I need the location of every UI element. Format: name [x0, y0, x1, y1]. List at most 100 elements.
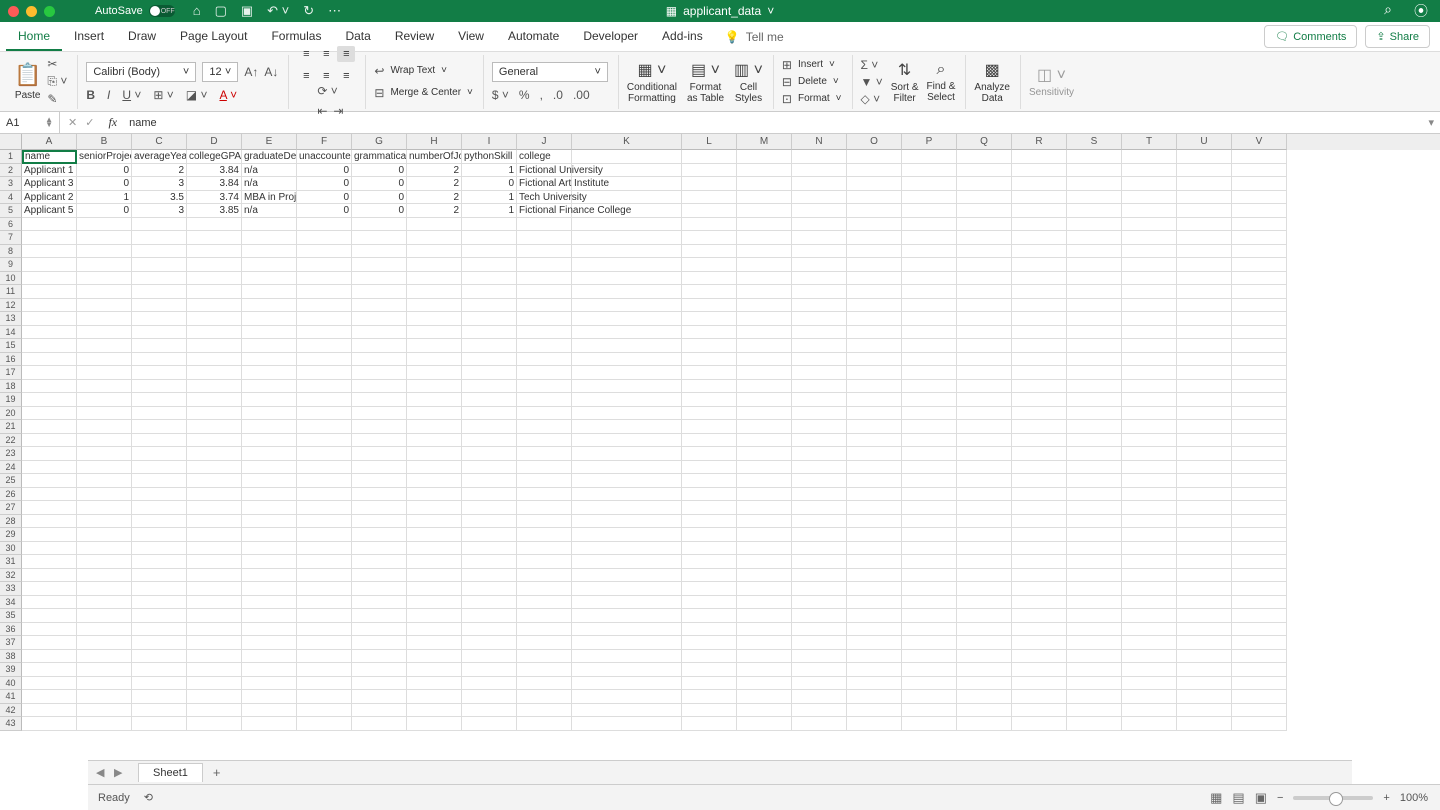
- cell[interactable]: [407, 474, 462, 488]
- cell[interactable]: [22, 569, 77, 583]
- cell[interactable]: [847, 312, 902, 326]
- cell[interactable]: [957, 569, 1012, 583]
- cell[interactable]: [407, 285, 462, 299]
- row-header[interactable]: 38: [0, 650, 22, 664]
- cell[interactable]: [352, 231, 407, 245]
- cell[interactable]: [1232, 596, 1287, 610]
- cell[interactable]: [957, 704, 1012, 718]
- cell[interactable]: [1067, 501, 1122, 515]
- cell[interactable]: [517, 420, 572, 434]
- cell[interactable]: [132, 420, 187, 434]
- cell[interactable]: [517, 258, 572, 272]
- cell[interactable]: [682, 258, 737, 272]
- cell[interactable]: [242, 312, 297, 326]
- cell[interactable]: [352, 677, 407, 691]
- cell[interactable]: [517, 569, 572, 583]
- cell[interactable]: [517, 285, 572, 299]
- insert-cells-button[interactable]: ⊞Insert ˅: [782, 58, 835, 72]
- italic-icon[interactable]: I: [107, 88, 110, 102]
- cell[interactable]: [1177, 218, 1232, 232]
- cell[interactable]: [737, 204, 792, 218]
- cell[interactable]: [1122, 488, 1177, 502]
- cell[interactable]: [352, 690, 407, 704]
- cell[interactable]: [77, 690, 132, 704]
- cell[interactable]: [847, 690, 902, 704]
- cell[interactable]: [902, 474, 957, 488]
- cell[interactable]: [1177, 542, 1232, 556]
- cell[interactable]: [187, 245, 242, 259]
- cell[interactable]: [242, 380, 297, 394]
- cell[interactable]: [1067, 488, 1122, 502]
- cell[interactable]: [572, 177, 682, 191]
- col-header-U[interactable]: U: [1177, 134, 1232, 150]
- cell[interactable]: [902, 407, 957, 421]
- cell[interactable]: [1012, 569, 1067, 583]
- cell[interactable]: [462, 677, 517, 691]
- sheet-tab[interactable]: Sheet1: [138, 763, 203, 782]
- cell[interactable]: [297, 245, 352, 259]
- cell[interactable]: [517, 488, 572, 502]
- fill-icon[interactable]: ▼ ˅: [861, 75, 883, 89]
- cell[interactable]: [902, 420, 957, 434]
- zoom-value[interactable]: 100%: [1400, 792, 1428, 804]
- cell[interactable]: [187, 420, 242, 434]
- cell[interactable]: [957, 555, 1012, 569]
- cell[interactable]: [1067, 663, 1122, 677]
- cell[interactable]: [572, 245, 682, 259]
- cell[interactable]: [407, 677, 462, 691]
- cell[interactable]: [737, 150, 792, 164]
- cell[interactable]: [847, 191, 902, 205]
- cell[interactable]: [297, 555, 352, 569]
- cell[interactable]: [132, 609, 187, 623]
- cell[interactable]: [792, 326, 847, 340]
- cell[interactable]: [847, 474, 902, 488]
- cell[interactable]: [1122, 393, 1177, 407]
- cell[interactable]: [352, 569, 407, 583]
- cell[interactable]: [462, 258, 517, 272]
- cell[interactable]: [1232, 528, 1287, 542]
- cell[interactable]: [132, 596, 187, 610]
- cell[interactable]: [352, 555, 407, 569]
- cell[interactable]: [957, 528, 1012, 542]
- cell[interactable]: [352, 663, 407, 677]
- cell[interactable]: [792, 353, 847, 367]
- tab-add-ins[interactable]: Add-ins: [650, 23, 715, 51]
- cell[interactable]: [1177, 150, 1232, 164]
- row-header[interactable]: 35: [0, 609, 22, 623]
- cell[interactable]: [1012, 623, 1067, 637]
- cell[interactable]: [1232, 582, 1287, 596]
- cell[interactable]: [1177, 677, 1232, 691]
- cell[interactable]: Applicant 5: [22, 204, 77, 218]
- cell[interactable]: [902, 204, 957, 218]
- cell[interactable]: [242, 420, 297, 434]
- cell[interactable]: [902, 191, 957, 205]
- cell[interactable]: [517, 434, 572, 448]
- cell[interactable]: [1177, 461, 1232, 475]
- cell[interactable]: [957, 204, 1012, 218]
- cell[interactable]: [572, 582, 682, 596]
- cell[interactable]: [407, 420, 462, 434]
- cell[interactable]: [77, 528, 132, 542]
- col-header-S[interactable]: S: [1067, 134, 1122, 150]
- cell[interactable]: [517, 231, 572, 245]
- cell[interactable]: [792, 245, 847, 259]
- cell[interactable]: [187, 434, 242, 448]
- cell[interactable]: [847, 717, 902, 731]
- cell[interactable]: [132, 353, 187, 367]
- cell[interactable]: 0: [297, 164, 352, 178]
- cell[interactable]: [792, 488, 847, 502]
- cell[interactable]: [517, 218, 572, 232]
- cell[interactable]: [297, 704, 352, 718]
- cell[interactable]: [1012, 447, 1067, 461]
- cell[interactable]: [1232, 245, 1287, 259]
- row-header[interactable]: 31: [0, 555, 22, 569]
- cell[interactable]: [297, 434, 352, 448]
- cell[interactable]: [1232, 272, 1287, 286]
- cell[interactable]: 0: [297, 177, 352, 191]
- cell[interactable]: [462, 326, 517, 340]
- cell[interactable]: [957, 177, 1012, 191]
- cell[interactable]: [1122, 177, 1177, 191]
- cell[interactable]: [407, 704, 462, 718]
- cell[interactable]: [462, 245, 517, 259]
- cell[interactable]: [1012, 407, 1067, 421]
